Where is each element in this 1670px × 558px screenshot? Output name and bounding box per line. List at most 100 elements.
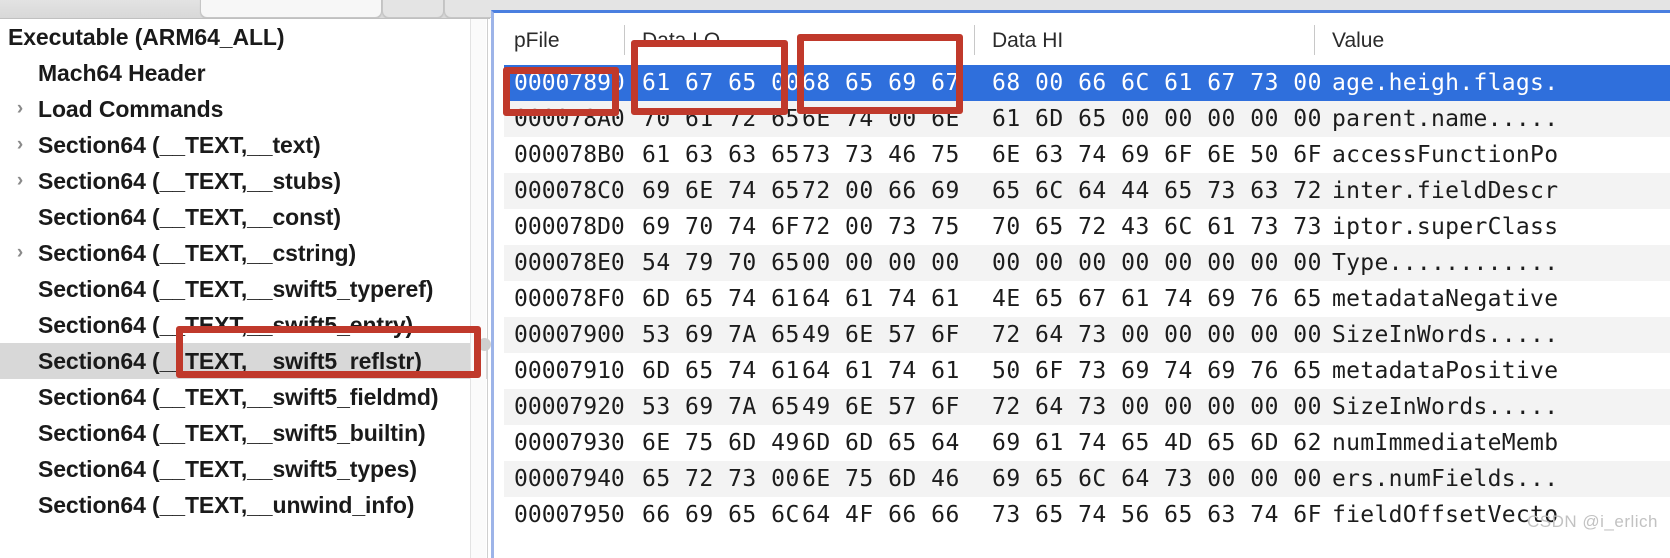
sidebar-item-3[interactable]: › Section64 (__TEXT,__text) <box>0 127 487 163</box>
hex-row[interactable]: 000078B0 61 63 63 65 73 73 46 75 6E 63 74 6… <box>504 137 1670 173</box>
hex-cell-data-hi: 70 65 72 43 6C 61 73 73 <box>992 214 1322 240</box>
chevron-right-icon[interactable]: › <box>9 235 31 271</box>
hex-cell-value: fieldOffsetVecto <box>1332 502 1559 528</box>
sidebar-item-5[interactable]: Section64 (__TEXT,__const) <box>0 199 487 235</box>
column-header-pfile[interactable]: pFile <box>514 29 560 53</box>
hex-cell-data-lo: 61 67 65 00 <box>642 70 800 96</box>
hex-row[interactable]: 00007930 6E 75 6D 49 6D 6D 65 64 69 61 74 6… <box>504 425 1670 461</box>
sidebar-item-label: Section64 (__TEXT,__cstring) <box>38 240 357 266</box>
column-header-lo[interactable]: Data LO <box>642 29 720 53</box>
sidebar-item-label: Section64 (__TEXT,__swift5_types) <box>38 456 417 482</box>
column-header-value[interactable]: Value <box>1332 29 1384 53</box>
chevron-right-icon[interactable]: › <box>9 91 31 127</box>
hex-cell-data-hi: 4E 65 67 61 74 69 76 65 <box>992 286 1322 312</box>
column-divider[interactable] <box>974 25 975 55</box>
segmented-control-segment-1[interactable] <box>200 0 382 18</box>
sidebar-item-label: Mach64 Header <box>38 60 206 86</box>
hex-row[interactable]: 000078E0 54 79 70 65 00 00 00 00 00 00 00 0… <box>504 245 1670 281</box>
sidebar-item-label: Section64 (__TEXT,__swift5_reflstr) <box>38 348 422 374</box>
hex-cell-data-lo: 53 69 7A 65 <box>642 322 800 348</box>
structure-sidebar[interactable]: Executable (ARM64_ALL) Mach64 Header › Load… <box>0 19 488 558</box>
hex-cell-data-hi: 68 00 66 6C 61 67 73 00 <box>992 70 1322 96</box>
hex-cell-data-hi: 61 6D 65 00 00 00 00 00 <box>992 106 1322 132</box>
hex-cell-data-lo-2: 73 73 46 75 <box>802 142 960 168</box>
hex-row[interactable]: 000078F0 6D 65 74 61 64 61 74 61 4E 65 67 6… <box>504 281 1670 317</box>
hex-table-header: pFile Data LO Data HI Value <box>504 13 1670 65</box>
hex-cell-pfile: 000078D0 <box>514 214 625 240</box>
sidebar-item-label: Section64 (__TEXT,__swift5_entry) <box>38 312 414 338</box>
sidebar-item-12[interactable]: Section64 (__TEXT,__swift5_types) <box>0 451 487 487</box>
hex-cell-data-hi: 69 61 74 65 4D 65 6D 62 <box>992 430 1322 456</box>
hex-cell-data-lo-2: 6D 6D 65 64 <box>802 430 960 456</box>
hex-cell-data-hi: 72 64 73 00 00 00 00 00 <box>992 322 1322 348</box>
hex-cell-pfile: 000078E0 <box>514 250 625 276</box>
hex-cell-data-lo: 70 61 72 65 <box>642 106 800 132</box>
hex-cell-data-lo: 6D 65 74 61 <box>642 358 800 384</box>
hex-cell-pfile: 000078B0 <box>514 142 625 168</box>
sidebar-item-11[interactable]: Section64 (__TEXT,__swift5_builtin) <box>0 415 487 451</box>
hex-cell-data-lo: 53 69 7A 65 <box>642 394 800 420</box>
hex-viewer-pane[interactable]: pFile Data LO Data HI Value 00007890 61 67 6… <box>491 10 1670 558</box>
hex-cell-value: inter.fieldDescr <box>1332 178 1559 204</box>
sidebar-item-label: Section64 (__TEXT,__swift5_typeref) <box>38 276 434 302</box>
hex-cell-data-lo: 65 72 73 00 <box>642 466 800 492</box>
hex-cell-data-lo: 69 6E 74 65 <box>642 178 800 204</box>
sidebar-item-1[interactable]: Mach64 Header <box>0 55 487 91</box>
sidebar-item-label: Section64 (__TEXT,__swift5_fieldmd) <box>38 384 439 410</box>
segmented-control-segment-2[interactable] <box>382 0 444 18</box>
hex-cell-data-lo-2: 68 65 69 67 <box>802 70 960 96</box>
sidebar-item-4[interactable]: › Section64 (__TEXT,__stubs) <box>0 163 487 199</box>
hex-cell-value: metadataNegative <box>1332 286 1559 312</box>
sidebar-scrollbar[interactable] <box>470 19 486 558</box>
hex-row[interactable]: 000078A0 70 61 72 65 6E 74 00 6E 61 6D 65 0… <box>504 101 1670 137</box>
sidebar-item-8[interactable]: Section64 (__TEXT,__swift5_entry) <box>0 307 487 343</box>
hex-row[interactable]: 00007950 66 69 65 6C 64 4F 66 66 73 65 74 5… <box>504 497 1670 533</box>
hex-cell-pfile: 00007910 <box>514 358 625 384</box>
sidebar-item-13[interactable]: Section64 (__TEXT,__unwind_info) <box>0 487 487 523</box>
sidebar-item-10[interactable]: Section64 (__TEXT,__swift5_fieldmd) <box>0 379 487 415</box>
hex-table-body[interactable]: 00007890 61 67 65 00 68 65 69 67 68 00 66 6… <box>504 65 1670 558</box>
chevron-right-icon[interactable]: › <box>9 127 31 163</box>
hex-cell-pfile: 00007890 <box>514 70 625 96</box>
sidebar-item-2[interactable]: › Load Commands <box>0 91 487 127</box>
hex-cell-pfile: 000078C0 <box>514 178 625 204</box>
hex-cell-value: metadataPositive <box>1332 358 1559 384</box>
sidebar-item-label: Section64 (__TEXT,__swift5_builtin) <box>38 420 426 446</box>
hex-cell-value: accessFunctionPo <box>1332 142 1559 168</box>
column-divider[interactable] <box>1314 25 1315 55</box>
hex-cell-value: iptor.superClass <box>1332 214 1559 240</box>
sidebar-item-6[interactable]: › Section64 (__TEXT,__cstring) <box>0 235 487 271</box>
hex-cell-data-lo-2: 64 4F 66 66 <box>802 502 960 528</box>
hex-cell-value: SizeInWords..... <box>1332 394 1559 420</box>
hex-cell-data-lo: 69 70 74 6F <box>642 214 800 240</box>
hex-cell-data-lo-2: 49 6E 57 6F <box>802 394 960 420</box>
sidebar-item-9[interactable]: Section64 (__TEXT,__swift5_reflstr) <box>0 343 487 379</box>
hex-row[interactable]: 00007900 53 69 7A 65 49 6E 57 6F 72 64 73 0… <box>504 317 1670 353</box>
hex-cell-data-hi: 00 00 00 00 00 00 00 00 <box>992 250 1322 276</box>
hex-cell-value: Type............ <box>1332 250 1559 276</box>
hex-cell-data-lo-2: 6E 75 6D 46 <box>802 466 960 492</box>
hex-row[interactable]: 000078D0 69 70 74 6F 72 00 73 75 70 65 72 4… <box>504 209 1670 245</box>
hex-cell-data-lo-2: 00 00 00 00 <box>802 250 960 276</box>
hex-cell-data-hi: 72 64 73 00 00 00 00 00 <box>992 394 1322 420</box>
column-header-hi[interactable]: Data HI <box>992 29 1063 53</box>
sidebar-item-label: Section64 (__TEXT,__text) <box>38 132 321 158</box>
hex-row[interactable]: 00007910 6D 65 74 61 64 61 74 61 50 6F 73 6… <box>504 353 1670 389</box>
hex-cell-data-lo-2: 64 61 74 61 <box>802 286 960 312</box>
chevron-right-icon[interactable]: › <box>9 163 31 199</box>
column-divider[interactable] <box>624 25 625 55</box>
hex-row[interactable]: 00007920 53 69 7A 65 49 6E 57 6F 72 64 73 0… <box>504 389 1670 425</box>
hex-cell-data-lo-2: 72 00 73 75 <box>802 214 960 240</box>
hex-cell-value: SizeInWords..... <box>1332 322 1559 348</box>
hex-cell-value: age.heigh.flags. <box>1332 70 1559 96</box>
sidebar-item-label: Section64 (__TEXT,__stubs) <box>38 168 341 194</box>
hex-row[interactable]: 00007940 65 72 73 00 6E 75 6D 46 69 65 6C 6… <box>504 461 1670 497</box>
sidebar-item-label: Section64 (__TEXT,__const) <box>38 204 341 230</box>
hex-row[interactable]: 00007890 61 67 65 00 68 65 69 67 68 00 66 6… <box>504 65 1670 101</box>
pane-splitter-grip[interactable] <box>478 338 491 351</box>
hex-cell-pfile: 00007930 <box>514 430 625 456</box>
sidebar-item-0[interactable]: Executable (ARM64_ALL) <box>0 19 487 55</box>
hex-row[interactable]: 000078C0 69 6E 74 65 72 00 66 69 65 6C 64 4… <box>504 173 1670 209</box>
sidebar-item-7[interactable]: Section64 (__TEXT,__swift5_typeref) <box>0 271 487 307</box>
hex-cell-data-hi: 6E 63 74 69 6F 6E 50 6F <box>992 142 1322 168</box>
